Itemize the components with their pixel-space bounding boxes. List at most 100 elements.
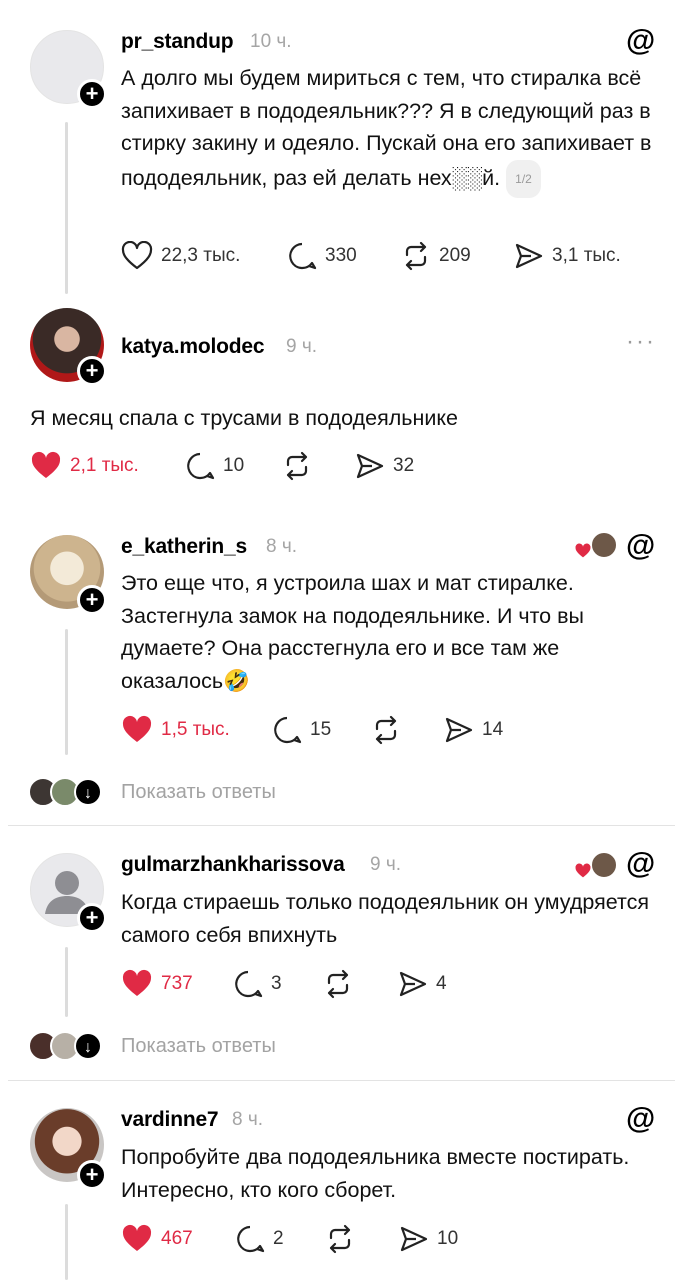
repost-button[interactable]	[325, 1221, 355, 1257]
thread-line	[65, 629, 68, 755]
comment-button[interactable]: 2	[235, 1221, 284, 1257]
username[interactable]: pr_standup	[121, 30, 234, 54]
comment-icon	[187, 452, 215, 480]
show-replies-row[interactable]: ↓ Показать ответы	[28, 1031, 348, 1063]
repost-button[interactable]	[282, 448, 312, 484]
like-button[interactable]: 467	[121, 1221, 193, 1257]
repost-button[interactable]	[323, 966, 353, 1002]
repost-count: 209	[439, 245, 471, 266]
like-button[interactable]: 22,3 тыс.	[121, 238, 240, 274]
follow-plus-button[interactable]: +	[77, 903, 107, 933]
share-count: 10	[437, 1228, 459, 1249]
username[interactable]: e_katherin_s	[121, 535, 247, 559]
threads-icon[interactable]: @	[626, 847, 655, 881]
comment-button[interactable]: 330	[287, 238, 357, 274]
post-e-katherin-s: + e_katherin_s 8 ч. @ Это еще что, я уст…	[0, 505, 675, 826]
share-count: 32	[393, 455, 415, 476]
share-button[interactable]: 10	[399, 1221, 458, 1257]
heart-filled-icon	[31, 451, 61, 478]
repost-icon	[329, 1224, 351, 1254]
timestamp: 10 ч.	[250, 31, 292, 52]
comment-button[interactable]: 10	[185, 448, 244, 484]
username[interactable]: gulmarzhankharissova	[121, 853, 345, 877]
threads-icon[interactable]: @	[626, 529, 655, 563]
follow-plus-button[interactable]: +	[77, 585, 107, 615]
comment-icon	[237, 1225, 265, 1253]
chevron-down-icon: ↓	[74, 778, 102, 806]
action-bar: 737 3 4	[121, 966, 541, 1002]
share-button[interactable]: 3,1 тыс.	[514, 238, 621, 274]
repost-icon	[405, 241, 427, 271]
page-indicator: 1/2	[506, 159, 541, 198]
like-button[interactable]: 2,1 тыс.	[30, 448, 139, 484]
heart-filled-icon	[575, 863, 591, 878]
threads-icon[interactable]: @	[626, 24, 655, 58]
follow-plus-button[interactable]: +	[77, 356, 107, 386]
comment-button[interactable]: 15	[272, 712, 331, 748]
comment-icon	[274, 716, 302, 744]
timestamp: 8 ч.	[266, 536, 298, 557]
author-avatar-mini	[590, 531, 618, 559]
comment-count: 10	[223, 455, 245, 476]
threads-icon[interactable]: @	[626, 1102, 655, 1136]
thread-line	[65, 122, 68, 294]
share-icon	[445, 717, 473, 743]
post-text: Когда стираешь только пододеяльник он ум…	[121, 890, 649, 947]
repost-icon	[327, 969, 349, 999]
post-katya-molodec: + katya.molodec 9 ч. ··· Я месяц спала с…	[0, 300, 675, 505]
comment-count: 2	[273, 1228, 284, 1249]
action-bar: 467 2 10	[121, 1221, 541, 1257]
post-text: Это еще что, я устроила шах и мат стирал…	[121, 571, 584, 693]
thread-line	[65, 947, 68, 1017]
share-count: 3,1 тыс.	[552, 245, 621, 266]
comment-icon	[289, 242, 317, 270]
post-text: А долго мы будем мириться с тем, что сти…	[121, 62, 666, 198]
like-count: 737	[161, 973, 193, 994]
repost-icon	[375, 715, 397, 745]
share-button[interactable]: 14	[444, 712, 503, 748]
timestamp: 9 ч.	[286, 336, 318, 357]
chevron-down-icon: ↓	[74, 1032, 102, 1060]
timestamp: 8 ч.	[232, 1109, 264, 1130]
post-text: Попробуйте два пододеяльника вместе пост…	[121, 1145, 630, 1202]
share-count: 14	[482, 719, 504, 740]
comment-button[interactable]: 3	[233, 966, 282, 1002]
show-replies-label: Показать ответы	[121, 1035, 276, 1057]
like-button[interactable]: 737	[121, 966, 193, 1002]
thread-line	[65, 1204, 68, 1280]
follow-plus-button[interactable]: +	[77, 79, 107, 109]
share-icon	[356, 453, 384, 479]
heart-filled-icon	[122, 969, 152, 996]
post-text: Я месяц спала с трусами в пододеяльнике	[30, 406, 458, 430]
action-bar: 1,5 тыс. 15 14	[121, 712, 541, 748]
heart-filled-icon	[122, 1224, 152, 1251]
like-count: 467	[161, 1228, 193, 1249]
timestamp: 9 ч.	[370, 854, 402, 875]
username[interactable]: vardinne7	[121, 1108, 219, 1132]
like-button[interactable]: 1,5 тыс.	[121, 712, 230, 748]
post-vardinne7: + vardinne7 8 ч. @ Попробуйте два пододе…	[0, 1080, 675, 1280]
share-icon	[515, 243, 543, 269]
action-bar: 2,1 тыс. 10 32	[30, 448, 450, 484]
comment-count: 15	[310, 719, 332, 740]
heart-filled-icon	[575, 543, 591, 558]
username[interactable]: katya.molodec	[121, 335, 264, 359]
follow-plus-button[interactable]: +	[77, 1160, 107, 1190]
repost-button[interactable]: 209	[401, 238, 471, 274]
share-icon	[400, 1226, 428, 1252]
comment-icon	[235, 970, 263, 998]
share-button[interactable]: 32	[355, 448, 414, 484]
share-button[interactable]: 4	[398, 966, 447, 1002]
author-liked-badge	[574, 851, 618, 881]
post-text-content: А долго мы будем мириться с тем, что сти…	[121, 66, 652, 190]
share-icon	[399, 971, 427, 997]
share-count: 4	[436, 973, 447, 994]
author-liked-badge	[574, 531, 618, 561]
heart-icon	[121, 241, 153, 270]
repost-icon	[286, 451, 308, 481]
show-replies-row[interactable]: ↓ Показать ответы	[28, 777, 348, 809]
repost-button[interactable]	[371, 712, 401, 748]
like-count: 22,3 тыс.	[161, 245, 241, 266]
more-icon[interactable]: ···	[626, 328, 656, 356]
heart-filled-icon	[122, 715, 152, 742]
